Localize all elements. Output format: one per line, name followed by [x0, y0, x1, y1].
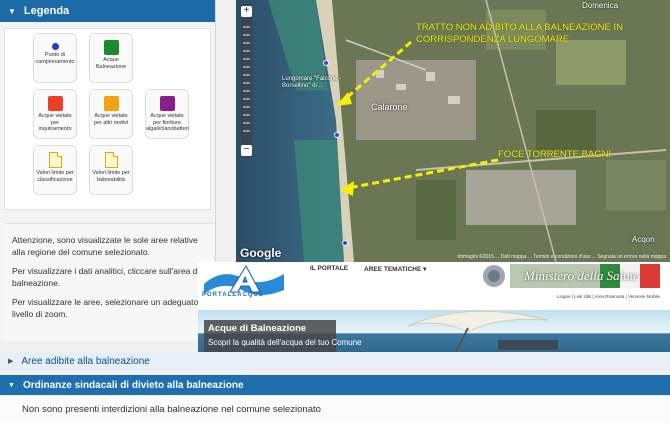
legend-item-algal-blooms: Acque vietate per fioriture algali/ciano… — [145, 89, 189, 139]
info-text-analytics: Per visualizzare i dati analitici, clicc… — [12, 266, 200, 288]
zoom-tick — [243, 42, 250, 44]
red-square-icon — [47, 96, 63, 111]
purple-square-icon — [159, 96, 175, 111]
legend-title: Legenda — [23, 5, 70, 17]
legend-box: Punto di campionamento Acque Balneazione… — [4, 28, 211, 210]
zoom-tick — [243, 50, 250, 52]
document-icon — [104, 152, 118, 168]
zoom-tick — [243, 98, 250, 100]
place-label-town: Calarone — [371, 102, 408, 112]
zoom-tick — [243, 74, 250, 76]
zoom-tick — [243, 90, 250, 92]
caret-right-icon: ▶ — [8, 358, 14, 365]
legend-item-bathing-limits[interactable]: Valori limite per balneabilità — [89, 145, 133, 195]
place-label-lungomare: Lungomare "Falcone - Borsellino" di ... — [282, 76, 342, 89]
hero-banner: Acque di Balneazione Scopri la qualità d… — [198, 310, 670, 352]
sampling-point-marker[interactable] — [334, 132, 340, 138]
accordion-ordinanze[interactable]: ▼ Ordinanze sindacali di divieto alla ba… — [0, 375, 670, 395]
place-label-right: Acqon — [632, 235, 655, 244]
ministry-title: Ministero della Salute — [524, 268, 640, 283]
hero-title: Acque di Balneazione — [208, 323, 307, 334]
legend-item-polluted: Acque vietate per inquinamento — [33, 89, 77, 139]
legend-item-other-reasons: Acque vietate per altri motivi — [89, 89, 133, 139]
caret-down-icon: ▼ — [8, 6, 16, 16]
annotation-lungomare: TRATTO NON ADIBITO ALLA BALNEAZIONE IN C… — [416, 22, 623, 45]
place-label-top: Domenica — [582, 1, 619, 10]
accordion-ordinanze-label: Ordinanze sindacali di divieto alla baln… — [22, 379, 244, 391]
zoom-tick — [243, 82, 250, 84]
orange-square-icon — [103, 96, 119, 111]
page-root: ▼ Legenda Punto di campionamento Acque B… — [0, 0, 670, 423]
zoom-tick — [243, 34, 250, 36]
zoom-tick — [243, 66, 250, 68]
legend-item-bathing-waters: Acque Balneazione — [89, 33, 133, 83]
zoom-tick — [243, 106, 250, 108]
info-text-zoom: Per visualizzare le aree, selezionare un… — [12, 297, 199, 319]
nav-aree-tematiche[interactable]: AREE TEMATICHE ▾ — [364, 265, 426, 273]
secondary-nav[interactable]: Lingue | Link Utili | Area Riservata | V… — [557, 294, 660, 299]
hero-subtitle: Scopri la qualità dell'acqua del tuo Com… — [208, 338, 362, 347]
portal-logo-text: PORTALEACQUE — [202, 292, 264, 298]
nav-il-portale[interactable]: IL PORTALE — [310, 265, 348, 272]
info-notes: Attenzione, sono visualizzate le sole ar… — [4, 223, 214, 341]
caret-down-icon: ▼ — [8, 381, 15, 389]
zoom-out-button[interactable]: − — [241, 145, 252, 156]
google-logo: Google — [240, 246, 282, 260]
accordion-aree-label: Aree adibite alla balneazione — [21, 355, 150, 367]
ordinanze-content: Non sono presenti interdizioni alla baln… — [0, 396, 670, 423]
annotation-foce: FOCE TORRENTE BAGNI — [498, 149, 612, 160]
legend-sidebar: ▼ Legenda Punto di campionamento Acque B… — [0, 0, 216, 341]
document-icon — [48, 152, 62, 168]
sampling-point-marker[interactable] — [323, 60, 329, 66]
legend-item-classification-limits[interactable]: Valori limite per classificazione — [33, 145, 77, 195]
legend-item-sampling-point: Punto di campionamento — [33, 33, 77, 83]
zoom-tick — [243, 114, 250, 116]
sampling-point-marker[interactable] — [342, 240, 348, 246]
zoom-tick — [243, 58, 250, 60]
zoom-tick — [243, 26, 250, 28]
map-view[interactable]: + − Lungomare "Falcone - Borsellino" di … — [236, 0, 670, 262]
info-text-region: Attenzione, sono visualizzate le sole ar… — [12, 235, 198, 257]
portal-header-overlay: PORTALEACQUE IL PORTALE AREE TEMATICHE ▾… — [198, 262, 670, 352]
zoom-in-button[interactable]: + — [241, 6, 252, 17]
green-square-icon — [103, 40, 119, 55]
legend-header[interactable]: ▼ Legenda — [0, 0, 215, 22]
dot-icon — [51, 43, 59, 50]
map-attribution[interactable]: Immagini ©2015 ... Dati mappa ... Termin… — [457, 254, 666, 260]
zoom-tick — [243, 122, 250, 124]
zoom-control[interactable]: + − — [241, 4, 252, 158]
accordion-aree-adibite[interactable]: ▶ Aree adibite alla balneazione — [0, 352, 670, 370]
zoom-tick — [243, 130, 250, 132]
